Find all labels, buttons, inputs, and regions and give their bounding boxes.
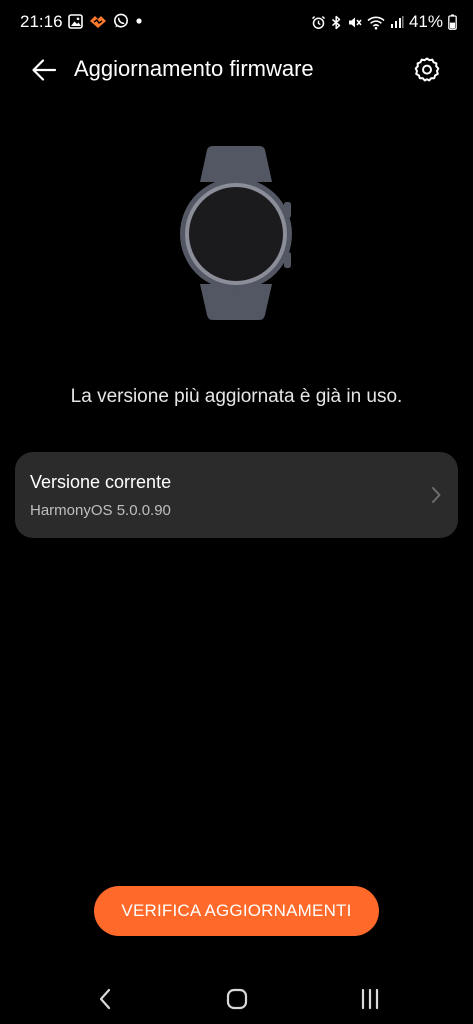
signal-icon — [390, 16, 404, 28]
status-notification-icons — [68, 13, 143, 29]
app-notification-icon — [90, 15, 106, 28]
settings-button[interactable] — [411, 54, 443, 86]
battery-percentage: 41% — [408, 12, 443, 31]
whatsapp-icon — [114, 13, 128, 28]
status-time: 21:16 — [20, 12, 63, 31]
gallery-icon — [68, 13, 83, 29]
app-header: Aggiornamento firmware — [0, 48, 473, 92]
recents-icon — [361, 988, 379, 1010]
bluetooth-icon — [331, 15, 341, 29]
current-version-card[interactable]: Versione corrente HarmonyOS 5.0.0.90 — [15, 452, 458, 538]
page-title: Aggiornamento firmware — [74, 56, 314, 81]
battery-icon — [448, 14, 457, 30]
wifi-icon — [367, 15, 385, 29]
mute-icon — [348, 17, 362, 27]
home-icon — [226, 988, 248, 1010]
status-bar: 21:16 41% — [0, 0, 473, 44]
current-version-value: HarmonyOS 5.0.0.90 — [30, 502, 171, 519]
back-button[interactable] — [28, 54, 60, 86]
gear-icon — [414, 57, 440, 82]
system-navigation-bar — [0, 964, 473, 1024]
nav-recents-button[interactable] — [355, 984, 385, 1014]
dot-icon — [136, 18, 142, 24]
alarm-icon — [311, 15, 325, 29]
status-system-icons: 41% — [311, 12, 457, 32]
nav-back-button[interactable] — [91, 984, 121, 1014]
update-status-message: La versione più aggiornata è già in uso. — [70, 386, 403, 407]
current-version-label: Versione corrente — [30, 472, 172, 492]
smartwatch-icon — [180, 146, 292, 320]
back-icon — [99, 988, 111, 1010]
nav-home-button[interactable] — [222, 984, 252, 1014]
chevron-right-icon — [432, 487, 441, 503]
arrow-left-icon — [32, 59, 57, 81]
check-updates-button[interactable]: VERIFICA AGGIORNAMENTI — [94, 886, 379, 936]
